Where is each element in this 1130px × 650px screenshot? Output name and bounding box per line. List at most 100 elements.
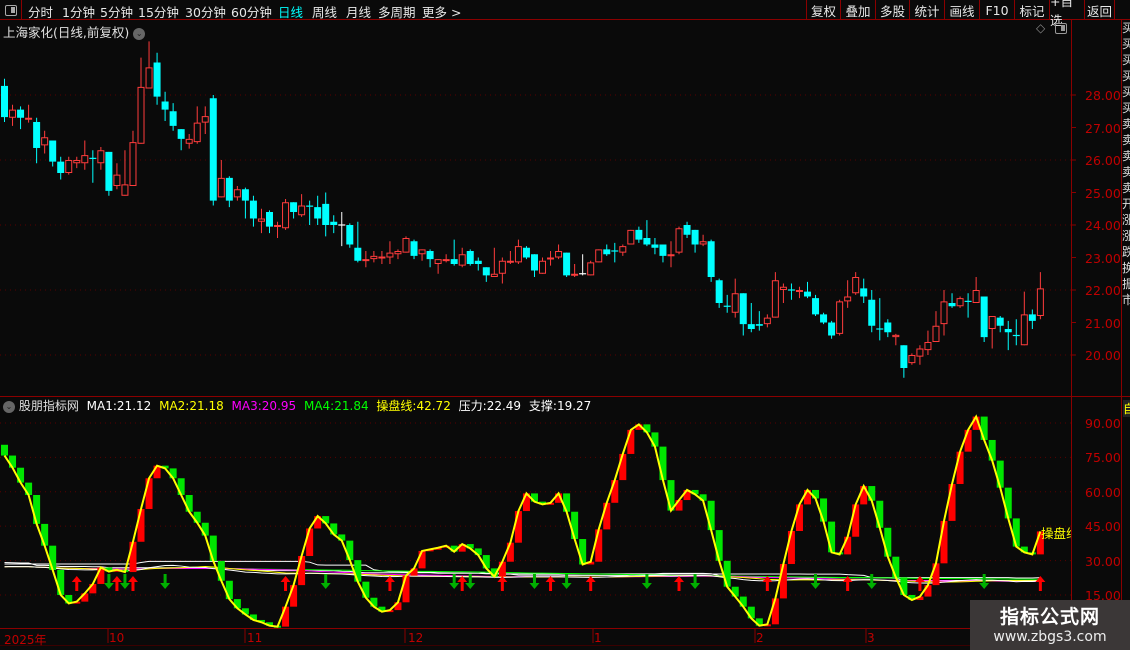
indicator-bar-up — [932, 563, 940, 586]
indicator-bar-down — [177, 478, 185, 496]
candle-body-up — [121, 184, 129, 196]
ma4-value: 21.84 — [334, 399, 369, 413]
indicator-bar-down — [707, 500, 715, 531]
indicator-bar-down — [988, 439, 996, 461]
ma4-label: MA4: — [303, 399, 335, 413]
pressure-value: 22.49 — [486, 399, 522, 413]
candle-body-up — [595, 249, 603, 263]
side-tab-label[interactable]: 自 — [1123, 400, 1130, 417]
chevron-down-icon[interactable]: ⌄ — [3, 400, 15, 413]
candle-body-down — [105, 151, 113, 191]
buy-arrow-icon — [545, 576, 556, 591]
candle-body-up — [932, 325, 940, 342]
pressure-line — [4, 560, 1041, 579]
indicator-bar-down — [868, 486, 876, 501]
candle-body-down — [739, 293, 747, 325]
indicator-bar-down — [362, 581, 370, 598]
candle-body-up — [908, 355, 916, 364]
candle-body-down — [683, 225, 691, 235]
candle-body-down — [860, 288, 868, 297]
candle-body-down — [1, 85, 8, 118]
indicator-bar-up — [129, 541, 137, 573]
indicator-tick: 30.00 — [1085, 554, 1121, 569]
indicator-bar-down — [9, 455, 17, 468]
candle-body-down — [177, 129, 185, 139]
candle-body-down — [482, 267, 490, 276]
candle-body-up — [458, 254, 466, 266]
indicator-bar-up — [787, 531, 795, 565]
indicator-bar-down — [201, 522, 209, 536]
candle-body-down — [450, 259, 458, 264]
indicator-bar-down — [25, 482, 33, 496]
date-label: 11 — [247, 631, 263, 645]
indicator-bar-down — [49, 545, 57, 570]
candle-body-up — [185, 138, 193, 144]
candle-body-down — [265, 212, 273, 227]
indicator-bar-down — [185, 495, 193, 512]
candle-body-down — [820, 314, 828, 323]
indicator-bar-down — [876, 500, 884, 528]
candle-body-up — [129, 142, 137, 186]
indicator-bar-up — [603, 502, 611, 530]
side-strip-char: 卖 — [1122, 133, 1130, 147]
indicator-bar-up — [298, 555, 306, 586]
watermark-url: www.zbgs3.com — [993, 629, 1107, 645]
candle-body-up — [25, 117, 33, 120]
candle-body-up — [217, 177, 225, 198]
candle-body-up — [394, 251, 402, 255]
candle-body-down — [755, 324, 763, 326]
candle-body-up — [779, 286, 787, 290]
indicator-bar-down — [651, 432, 659, 447]
candle-body-up — [402, 238, 410, 253]
side-strip-char: 卖 — [1122, 181, 1130, 195]
candle-body-up — [97, 150, 105, 164]
indicator-name[interactable]: 股朋指标网 — [19, 399, 79, 413]
indicator-bar-up — [795, 504, 803, 532]
candle-body-down — [161, 101, 169, 110]
control-line-end-label: 操盘线 — [1041, 526, 1071, 541]
support-label: 支撑: — [528, 399, 557, 413]
indicator-bar-up — [290, 585, 298, 607]
candle-body-up — [370, 255, 378, 260]
candle-body-up — [587, 262, 595, 276]
side-strip-char: 跌 — [1122, 245, 1130, 259]
side-strip-char: 买 — [1122, 21, 1130, 35]
date-label: 10 — [109, 631, 125, 645]
indicator-bar-down — [33, 495, 41, 524]
candle-body-down — [57, 161, 65, 173]
candle-body-down — [804, 291, 811, 297]
indicator-bar-up — [771, 598, 779, 625]
buy-arrow-icon — [280, 576, 291, 591]
side-strip-char: 卖 — [1122, 117, 1130, 131]
ma2-value: 21.18 — [189, 399, 224, 413]
price-tick: 24.00 — [1085, 218, 1121, 233]
candle-body-up — [771, 280, 779, 318]
side-strip-char: 换 — [1122, 261, 1130, 275]
candle-body-up — [619, 246, 627, 253]
candle-body-down — [153, 62, 161, 97]
candle-body-down — [330, 221, 338, 225]
price-tick: 23.00 — [1085, 251, 1121, 266]
candle-body-down — [410, 241, 418, 256]
indicator-header: ⌄ 股朋指标网 MA1:21.12 MA2:21.18 MA3:20.95 MA… — [0, 397, 1071, 415]
candle-body-up — [386, 252, 394, 258]
candle-body-down — [747, 324, 755, 329]
price-tick: 25.00 — [1085, 186, 1121, 201]
indicator-bar-down — [723, 560, 731, 587]
candle-body-up — [956, 298, 964, 307]
candle-body-down — [828, 322, 836, 336]
indicator-tick: 90.00 — [1085, 416, 1121, 431]
candle-body-down — [49, 140, 57, 162]
candle-body-up — [65, 160, 73, 173]
indicator-bar-down — [563, 493, 571, 512]
price-tick: 26.00 — [1085, 153, 1121, 168]
indicator-bar-down — [354, 560, 362, 582]
indicator-bar-up — [137, 508, 145, 542]
side-panel-strip[interactable]: 买买买买买买卖卖卖卖卖开涨涨跌换振市 — [1122, 20, 1130, 650]
indicator-bar-down — [980, 416, 988, 440]
candle-body-up — [274, 225, 282, 227]
buy-arrow-icon — [497, 576, 508, 591]
candle-body-up — [506, 260, 514, 263]
indicator-bar-down — [41, 523, 49, 546]
candle-body-up — [539, 260, 547, 274]
